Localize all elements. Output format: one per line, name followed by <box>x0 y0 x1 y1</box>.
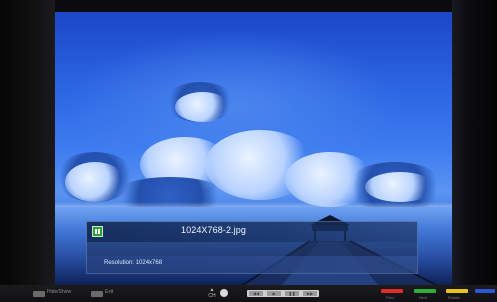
forward-icon[interactable]: ▶▶ <box>303 291 317 296</box>
rewind-icon[interactable]: ◀◀ <box>249 291 263 296</box>
help-bar: Hide/Show Exit ▲ CH ◀◀ ▶ ❚❚ ▶▶ Prev Next … <box>0 285 497 302</box>
exit-label: Exit <box>105 289 114 295</box>
green-key[interactable] <box>414 289 436 293</box>
cloud <box>365 172 435 202</box>
left-bezel <box>0 0 55 285</box>
file-info-header: 1024X768-2.jpg <box>87 222 417 242</box>
green-key-label: Next <box>419 295 428 300</box>
yellow-key[interactable] <box>446 289 468 293</box>
blue-key[interactable] <box>475 289 495 293</box>
red-key-label: Prev <box>386 295 395 300</box>
red-key[interactable] <box>381 289 403 293</box>
resolution-label: Resolution: 1024x768 <box>104 260 163 266</box>
play-icon[interactable]: ▶ <box>267 291 281 296</box>
yellow-key-label: Rotate <box>448 295 460 300</box>
tv-screen: 1024X768-2.jpg Resolution: 1024x768 Hide… <box>0 0 497 302</box>
ch-up-down-icon: ▲ CH <box>208 287 216 299</box>
file-name: 1024X768-2.jpg <box>181 225 246 235</box>
right-bezel <box>452 0 497 285</box>
ch-label: CH <box>208 293 216 299</box>
file-info-panel: 1024X768-2.jpg Resolution: 1024x768 <box>86 221 418 274</box>
hide-show-label: Hide/Show <box>47 289 72 295</box>
playback-nav-strip: ◀◀ ▶ ❚❚ ▶▶ <box>247 290 319 297</box>
pause-icon[interactable] <box>92 226 103 237</box>
pause-small-icon[interactable]: ❚❚ <box>285 291 299 296</box>
file-info-footer: Resolution: 1024x768 <box>87 256 417 273</box>
cloud <box>175 92 230 122</box>
ok-button-icon <box>220 289 228 297</box>
exit-key-icon <box>91 291 103 297</box>
info-key-icon <box>33 291 45 297</box>
